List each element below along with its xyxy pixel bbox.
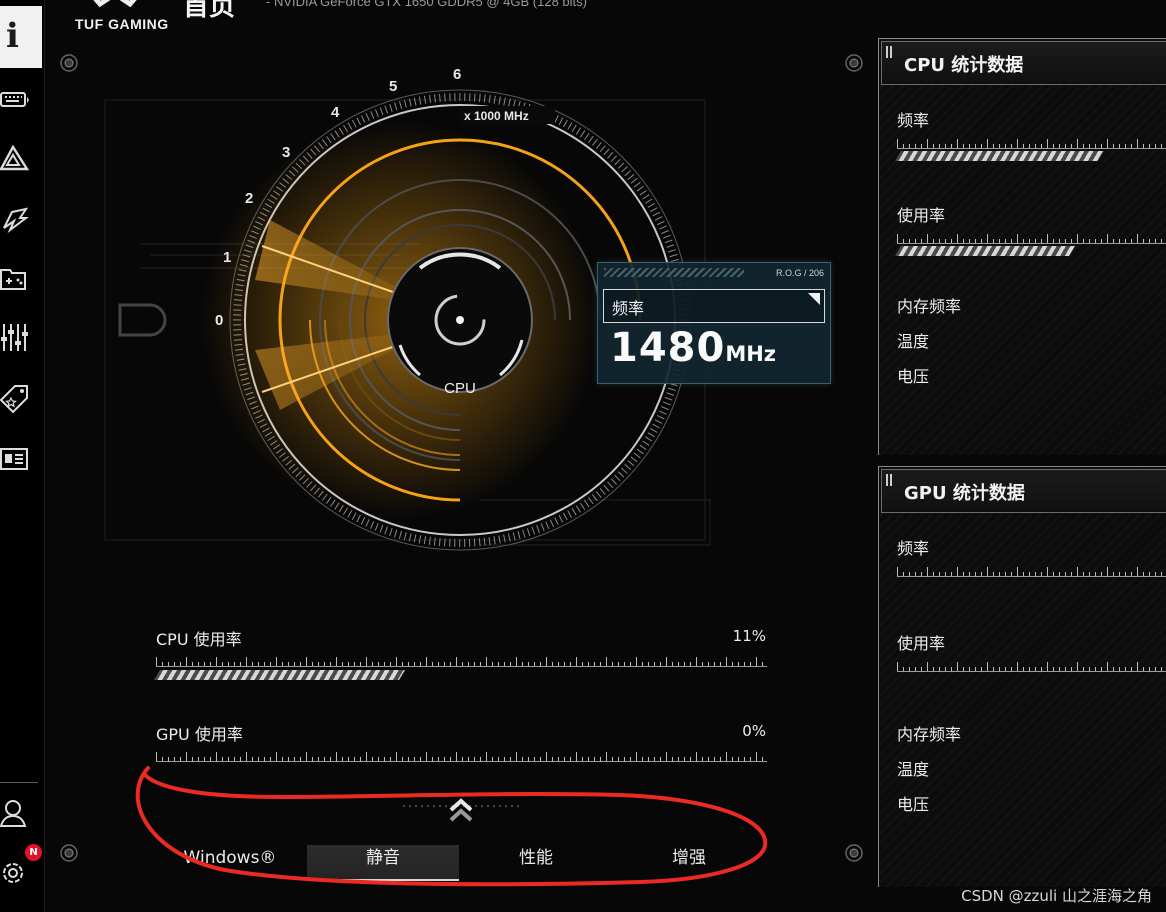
gpu-stats-title: GPU 统计数据: [904, 483, 1025, 504]
expand-chevron-icon[interactable]: [446, 796, 476, 826]
cpu-stat-frequency-bar: [895, 151, 1104, 161]
gpu-stat-frequency-scale: [897, 567, 1166, 577]
gpu-usage-scale: [156, 752, 767, 762]
gauge-tick-label: 1: [223, 249, 231, 266]
watermark: CSDN @zzuli 山之涯海之角: [961, 887, 1152, 905]
card-stripes: [604, 268, 744, 277]
gauge-label: CPU: [444, 380, 476, 397]
corner-bolt-icon: [60, 844, 78, 862]
cpu-stat-voltage-label: 电压: [897, 367, 930, 386]
frequency-readout-card: R.O.G / 206 频率 1480MHz: [597, 262, 831, 384]
game-library-icon[interactable]: [0, 264, 30, 294]
device-info: - NVIDIA GeForce GTX 1650 GDDR5 @ 4GB (1…: [266, 0, 587, 9]
gpu-usage-value: 0%: [742, 722, 766, 740]
cpu-usage-bar: [154, 670, 405, 680]
corner-triangle-icon: [808, 293, 820, 305]
cpu-stat-memory-freq-label: 内存频率: [897, 297, 962, 316]
user-icon[interactable]: [0, 798, 30, 828]
gpu-stat-voltage-label: 电压: [897, 795, 930, 814]
cpu-stat-frequency-label: 频率: [897, 111, 930, 130]
cpu-stats-panel: CPU 统计数据 频率 使用率 内存频率 温度 电压: [878, 38, 1166, 455]
mode-tab-turbo[interactable]: 增强: [613, 845, 765, 879]
gauge-tick-label: 4: [331, 104, 340, 121]
corner-bolt-icon: [845, 844, 863, 862]
keyboard-icon[interactable]: [0, 86, 30, 116]
cpu-stat-temperature-label: 温度: [897, 332, 930, 351]
armoury-icon[interactable]: [0, 204, 30, 234]
gauge-tick-label: 0: [215, 312, 223, 329]
header-stripes: [886, 46, 894, 58]
freq-number: 1480: [610, 325, 726, 371]
gauge-tick-label: 2: [245, 190, 253, 207]
card-tag: R.O.G / 206: [775, 268, 824, 278]
gpu-stats-header: GPU 统计数据: [881, 469, 1166, 513]
gpu-usage-label: GPU 使用率: [156, 725, 243, 744]
brand-name: TUF GAMING: [75, 16, 169, 32]
cpu-stats-title: CPU 统计数据: [904, 55, 1024, 76]
freq-value: 1480MHz: [610, 325, 776, 371]
cpu-stats-header: CPU 统计数据: [881, 41, 1166, 85]
cpu-stat-usage-scale: [897, 234, 1166, 244]
settings-icon[interactable]: [0, 858, 30, 888]
gauge-scale-unit: x 1000 MHz: [464, 109, 529, 123]
corner-bolt-icon: [60, 54, 78, 72]
sidebar-divider: [0, 782, 38, 783]
deals-tag-icon[interactable]: [0, 384, 30, 414]
freq-unit: MHz: [725, 342, 777, 366]
equalizer-icon[interactable]: [0, 322, 30, 352]
gpu-stats-panel: GPU 统计数据 频率 使用率 内存频率 温度 电压: [878, 466, 1166, 887]
sidebar: i N: [0, 0, 45, 912]
cpu-usage-label: CPU 使用率: [156, 630, 242, 649]
gpu-stat-usage-scale: [897, 662, 1166, 672]
page-title: 首页: [183, 0, 236, 22]
mode-tab-performance[interactable]: 性能: [460, 845, 612, 879]
mode-tab-silent[interactable]: 静音: [307, 845, 459, 881]
gpu-stat-frequency-label: 频率: [897, 539, 930, 558]
gauge-tick-label: 3: [282, 144, 290, 161]
cpu-stat-usage-bar: [895, 246, 1075, 256]
header-stripes: [886, 474, 894, 486]
cpu-usage-scale: [156, 657, 767, 667]
cpu-stat-usage-label: 使用率: [897, 206, 946, 225]
mode-tab-windows[interactable]: Windows®: [154, 845, 306, 879]
news-icon[interactable]: [0, 446, 30, 476]
gpu-stat-usage-label: 使用率: [897, 634, 946, 653]
gpu-stat-temperature-label: 温度: [897, 760, 930, 779]
gpu-stat-memory-freq-label: 内存频率: [897, 725, 962, 744]
gauge-tick-label: 6: [453, 66, 461, 83]
freq-label: 频率: [612, 299, 645, 318]
notification-badge: N: [25, 844, 42, 861]
info-icon[interactable]: i: [0, 6, 42, 68]
aura-icon[interactable]: [0, 144, 30, 174]
cpu-usage-value: 11%: [732, 627, 766, 645]
gauge-tick-label: 5: [389, 78, 397, 95]
cpu-stat-frequency-scale: [897, 139, 1166, 149]
